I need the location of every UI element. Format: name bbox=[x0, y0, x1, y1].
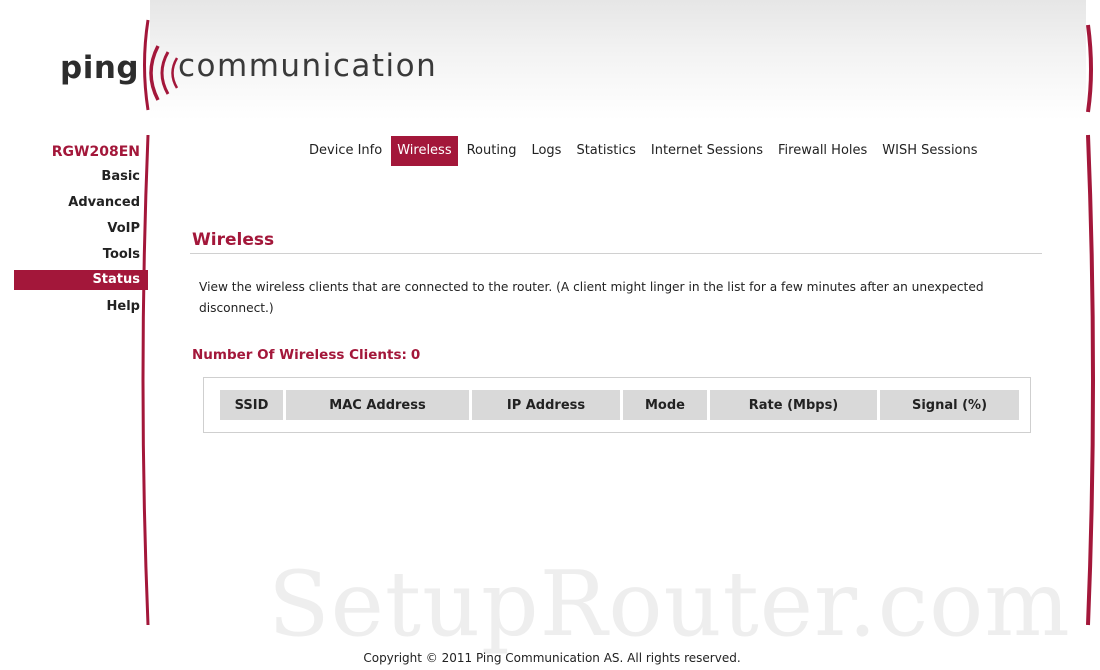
sidebar-item-status[interactable]: Status bbox=[14, 270, 148, 290]
right-swoosh-decoration bbox=[1086, 24, 1095, 626]
page-description: View the wireless clients that are conne… bbox=[199, 280, 984, 315]
sidebar-item-basic[interactable]: Basic bbox=[0, 166, 148, 192]
tab-logs[interactable]: Logs bbox=[525, 136, 567, 166]
status-tabs: Device Info Wireless Routing Logs Statis… bbox=[303, 136, 987, 166]
column-header-signal: Signal (%) bbox=[880, 390, 1019, 420]
sidebar-item-voip[interactable]: VoIP bbox=[0, 218, 148, 244]
logo-ping-text: ping bbox=[60, 50, 140, 86]
wireless-clients-count: Number Of Wireless Clients: 0 bbox=[192, 347, 420, 363]
column-header-mode: Mode bbox=[623, 390, 707, 420]
sidebar-nav: RGW208EN Basic Advanced VoIP Tools Statu… bbox=[0, 142, 148, 322]
sidebar-item-tools[interactable]: Tools bbox=[0, 244, 148, 270]
tab-routing[interactable]: Routing bbox=[461, 136, 523, 166]
logo-arcs-icon bbox=[149, 45, 179, 101]
watermark: SetupRouter.com bbox=[268, 552, 1071, 657]
tab-internet-sessions[interactable]: Internet Sessions bbox=[645, 136, 769, 166]
column-header-ip-address: IP Address bbox=[472, 390, 620, 420]
tab-wireless[interactable]: Wireless bbox=[391, 136, 458, 166]
logo-communication-text: communication bbox=[178, 48, 438, 84]
device-model-name: RGW208EN bbox=[51, 144, 140, 160]
clients-count-value: 0 bbox=[410, 347, 421, 363]
wireless-clients-table-box: SSID MAC Address IP Address Mode Rate (M… bbox=[203, 377, 1031, 433]
sidebar-item-help[interactable]: Help bbox=[0, 296, 148, 322]
wireless-clients-table: SSID MAC Address IP Address Mode Rate (M… bbox=[217, 390, 1022, 420]
clients-count-label: Number Of Wireless Clients: bbox=[192, 347, 407, 363]
tab-firewall-holes[interactable]: Firewall Holes bbox=[772, 136, 873, 166]
table-header-row: SSID MAC Address IP Address Mode Rate (M… bbox=[220, 390, 1019, 420]
sidebar-item-advanced[interactable]: Advanced bbox=[0, 192, 148, 218]
column-header-ssid: SSID bbox=[220, 390, 283, 420]
title-divider bbox=[190, 253, 1042, 254]
copyright-footer: Copyright © 2011 Ping Communication AS. … bbox=[363, 651, 741, 665]
tab-device-info[interactable]: Device Info bbox=[303, 136, 388, 166]
column-header-mac-address: MAC Address bbox=[286, 390, 469, 420]
tab-statistics[interactable]: Statistics bbox=[570, 136, 641, 166]
tab-wish-sessions[interactable]: WISH Sessions bbox=[876, 136, 983, 166]
page-title: Wireless bbox=[192, 230, 275, 250]
column-header-rate: Rate (Mbps) bbox=[710, 390, 877, 420]
